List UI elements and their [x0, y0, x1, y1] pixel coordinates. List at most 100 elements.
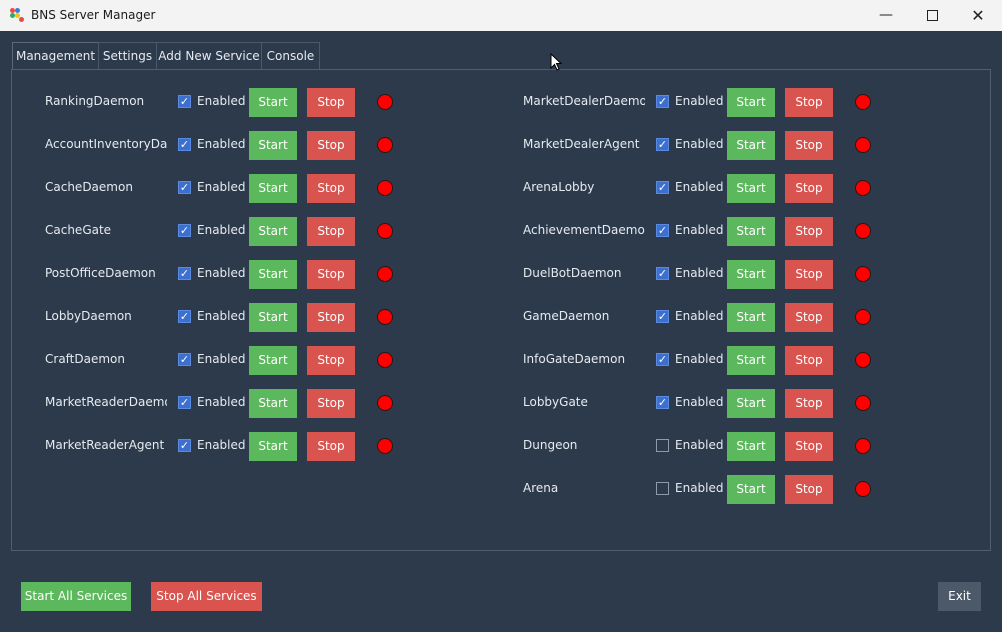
stop-button[interactable]: Stop [307, 217, 355, 246]
status-indicator [377, 137, 393, 153]
stop-button[interactable]: Stop [785, 131, 833, 160]
stop-button[interactable]: Stop [785, 389, 833, 418]
enabled-checkbox[interactable]: ✓ [656, 224, 669, 237]
enabled-label: Enabled [675, 223, 724, 237]
exit-button[interactable]: Exit [938, 582, 981, 611]
close-button[interactable]: ✕ [955, 0, 1001, 31]
check-icon: ✓ [179, 138, 190, 151]
stop-button[interactable]: Stop [785, 346, 833, 375]
status-indicator [377, 223, 393, 239]
mouse-cursor-icon [550, 53, 562, 71]
start-button[interactable]: Start [727, 217, 775, 246]
enabled-checkbox[interactable]: ✓ [656, 396, 669, 409]
app-icon [10, 8, 24, 22]
check-icon: ✓ [657, 396, 668, 409]
status-indicator [855, 180, 871, 196]
stop-button[interactable]: Stop [785, 260, 833, 289]
start-button[interactable]: Start [727, 303, 775, 332]
stop-button[interactable]: Stop [785, 475, 833, 504]
enabled-checkbox[interactable]: ✓ [178, 353, 191, 366]
enabled-checkbox[interactable]: ✓ [178, 267, 191, 280]
tab-management[interactable]: Management [12, 42, 99, 71]
service-name: CacheGate [45, 223, 112, 237]
start-button[interactable]: Start [727, 346, 775, 375]
maximize-icon [926, 9, 938, 21]
enabled-label: Enabled [197, 137, 246, 151]
stop-button[interactable]: Stop [785, 303, 833, 332]
start-button[interactable]: Start [727, 131, 775, 160]
service-name: LobbyDaemon [45, 309, 132, 323]
enabled-label: Enabled [197, 352, 246, 366]
start-button[interactable]: Start [249, 432, 297, 461]
start-button[interactable]: Start [727, 88, 775, 117]
stop-button[interactable]: Stop [307, 432, 355, 461]
status-indicator [377, 309, 393, 325]
enabled-checkbox[interactable]: ✓ [178, 95, 191, 108]
stop-button[interactable]: Stop [307, 131, 355, 160]
start-button[interactable]: Start [249, 389, 297, 418]
enabled-checkbox[interactable]: ✓ [178, 310, 191, 323]
minimize-button[interactable]: — [863, 0, 909, 31]
stop-button[interactable]: Stop [785, 88, 833, 117]
start-button[interactable]: Start [727, 475, 775, 504]
enabled-checkbox[interactable]: ✓ [656, 138, 669, 151]
enabled-label: Enabled [675, 94, 724, 108]
stop-button[interactable]: Stop [785, 217, 833, 246]
enabled-checkbox[interactable]: ✓ [656, 95, 669, 108]
start-button[interactable]: Start [727, 260, 775, 289]
stop-button[interactable]: Stop [307, 389, 355, 418]
enabled-label: Enabled [675, 481, 724, 495]
check-icon: ✓ [657, 310, 668, 323]
service-name: MarketDealerAgent [523, 137, 640, 151]
service-name: MarketDealerDaemon [523, 94, 645, 108]
enabled-checkbox[interactable]: ✓ [656, 181, 669, 194]
start-button[interactable]: Start [727, 389, 775, 418]
enabled-checkbox[interactable] [656, 482, 669, 495]
start-button[interactable]: Start [249, 346, 297, 375]
enabled-checkbox[interactable]: ✓ [178, 224, 191, 237]
close-icon: ✕ [971, 6, 985, 25]
enabled-label: Enabled [197, 94, 246, 108]
enabled-label: Enabled [197, 309, 246, 323]
stop-button[interactable]: Stop [307, 303, 355, 332]
enabled-checkbox[interactable]: ✓ [178, 181, 191, 194]
status-indicator [377, 438, 393, 454]
check-icon: ✓ [657, 181, 668, 194]
tab-settings[interactable]: Settings [98, 42, 157, 69]
tab-console[interactable]: Console [261, 42, 320, 69]
enabled-checkbox[interactable]: ✓ [178, 439, 191, 452]
service-name: AchievementDaemon [523, 223, 645, 237]
status-indicator [377, 94, 393, 110]
enabled-label: Enabled [675, 438, 724, 452]
start-button[interactable]: Start [727, 174, 775, 203]
stop-button[interactable]: Stop [785, 174, 833, 203]
check-icon: ✓ [179, 95, 190, 108]
start-button[interactable]: Start [249, 174, 297, 203]
start-button[interactable]: Start [249, 303, 297, 332]
stop-button[interactable]: Stop [307, 260, 355, 289]
stop-button[interactable]: Stop [307, 346, 355, 375]
start-button[interactable]: Start [249, 88, 297, 117]
enabled-checkbox[interactable]: ✓ [656, 353, 669, 366]
enabled-checkbox[interactable]: ✓ [178, 138, 191, 151]
stop-button[interactable]: Stop [307, 174, 355, 203]
service-name: MarketReaderAgent [45, 438, 165, 452]
start-all-services-button[interactable]: Start All Services [21, 582, 131, 611]
start-button[interactable]: Start [249, 217, 297, 246]
start-button[interactable]: Start [249, 260, 297, 289]
status-indicator [377, 352, 393, 368]
start-button[interactable]: Start [249, 131, 297, 160]
enabled-checkbox[interactable] [656, 439, 669, 452]
stop-all-services-button[interactable]: Stop All Services [151, 582, 262, 611]
check-icon: ✓ [179, 181, 190, 194]
stop-button[interactable]: Stop [307, 88, 355, 117]
tab-add-new-service[interactable]: Add New Service [156, 42, 262, 69]
enabled-checkbox[interactable]: ✓ [178, 396, 191, 409]
status-indicator [855, 309, 871, 325]
stop-button[interactable]: Stop [785, 432, 833, 461]
start-button[interactable]: Start [727, 432, 775, 461]
status-indicator [855, 266, 871, 282]
maximize-button[interactable] [909, 0, 955, 31]
enabled-checkbox[interactable]: ✓ [656, 267, 669, 280]
enabled-checkbox[interactable]: ✓ [656, 310, 669, 323]
